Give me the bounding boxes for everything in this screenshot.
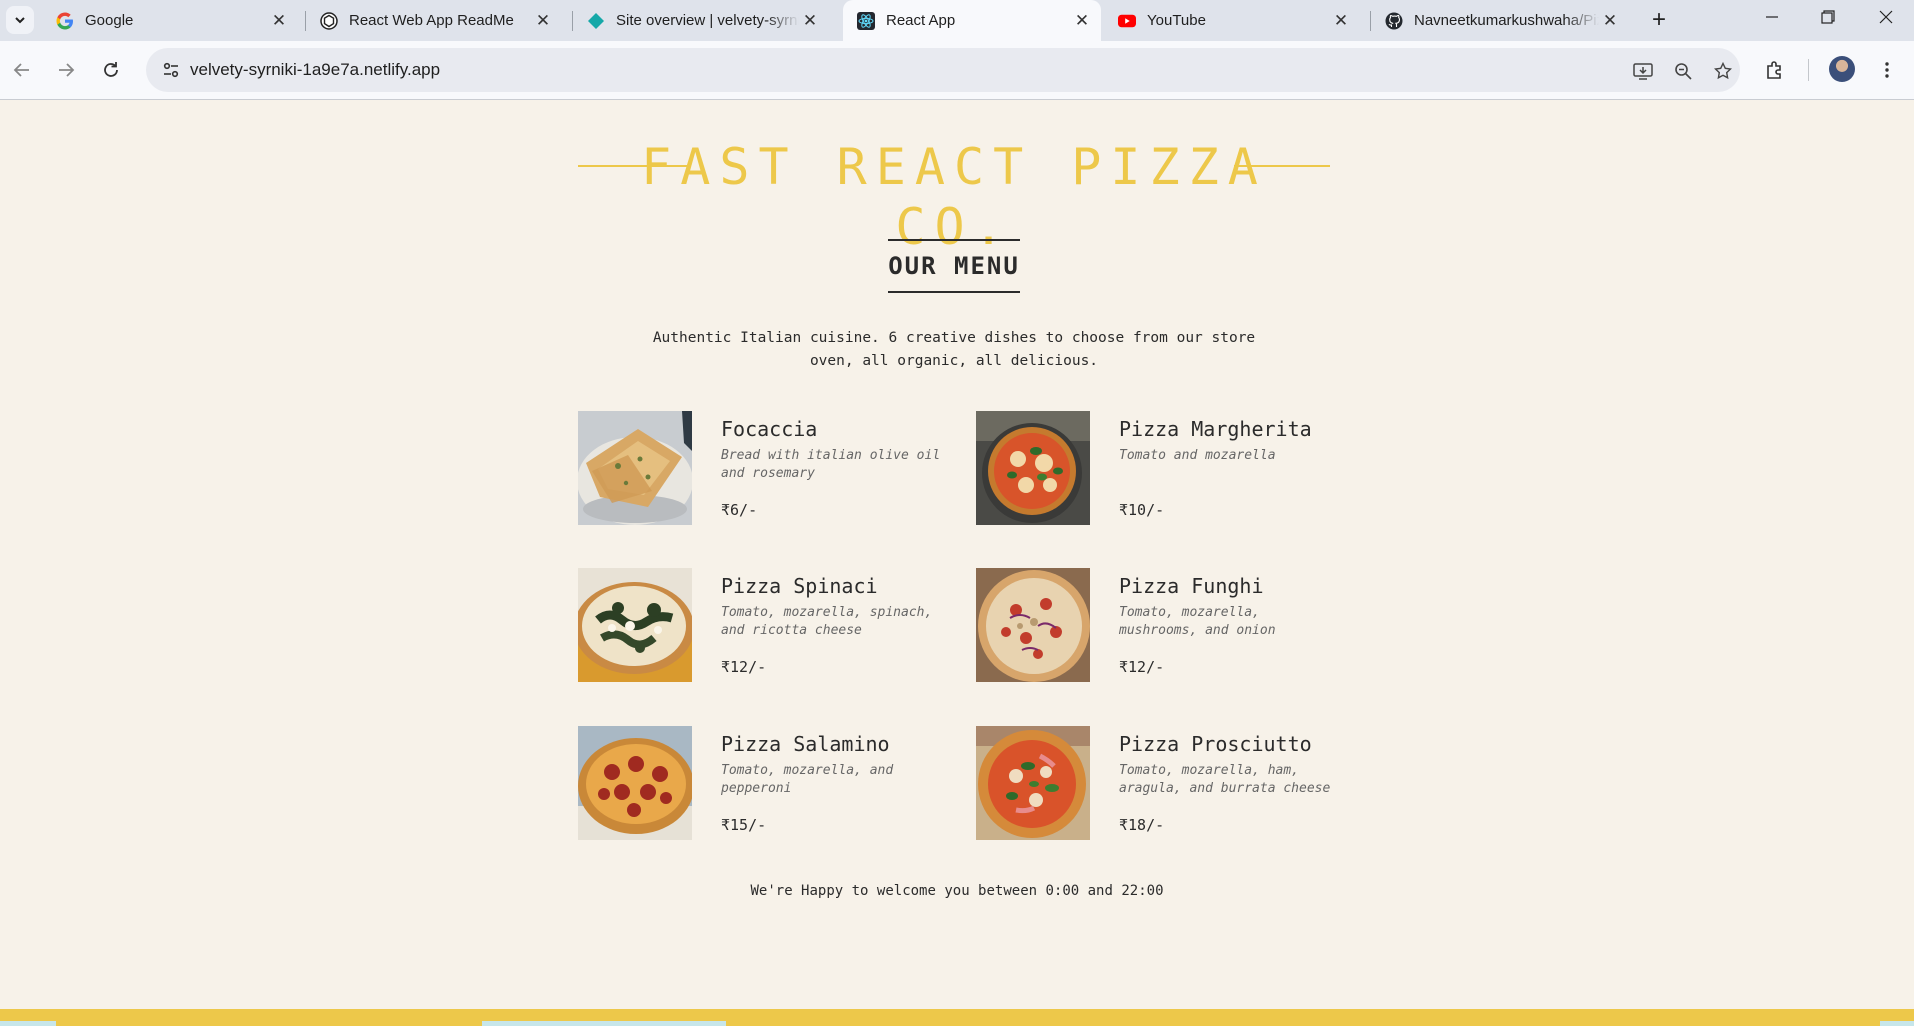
pizza-ingredients: Bread with italian olive oil and rosemar… bbox=[721, 448, 941, 481]
pizza-ingredients: Tomato, mozarella, and pepperoni bbox=[721, 763, 894, 796]
star-icon bbox=[1714, 62, 1732, 80]
pizza-ingredients: Tomato, mozarella, spinach, and ricotta … bbox=[721, 605, 933, 638]
close-icon[interactable]: ✕ bbox=[268, 10, 290, 32]
pizza-card: Pizza Salamino Tomato, mozarella, and pe… bbox=[578, 726, 958, 840]
reload-button[interactable] bbox=[94, 53, 128, 87]
tab-title: React Web App ReadMe bbox=[349, 12, 514, 29]
chevron-down-icon bbox=[15, 17, 25, 24]
close-window-button[interactable] bbox=[1858, 0, 1914, 34]
header: FAST REACT PIZZA CO. bbox=[578, 137, 1330, 256]
footer-band bbox=[0, 1009, 1914, 1026]
github-icon bbox=[1385, 12, 1403, 30]
menu-button[interactable] bbox=[1870, 53, 1904, 87]
pizza-card: Focaccia Bread with italian olive oil an… bbox=[578, 411, 958, 525]
pizza-price: ₹6/- bbox=[721, 501, 758, 519]
new-tab-button[interactable]: + bbox=[1644, 5, 1674, 35]
tune-icon bbox=[163, 62, 179, 78]
pizza-card: Pizza Spinaci Tomato, mozarella, spinach… bbox=[578, 568, 958, 682]
pizza-photo bbox=[976, 411, 1090, 525]
toolbar-divider bbox=[1808, 59, 1809, 81]
pizza-ingredients: Tomato, mozarella, mushrooms, and onion bbox=[1119, 605, 1276, 638]
pizza-name: Pizza Margherita bbox=[1119, 417, 1312, 441]
close-icon[interactable]: ✕ bbox=[1330, 10, 1352, 32]
pizza-name: Pizza Salamino bbox=[721, 732, 890, 756]
close-icon[interactable]: ✕ bbox=[799, 10, 821, 32]
close-icon[interactable]: ✕ bbox=[1599, 10, 1621, 32]
tab-github[interactable]: Navneetkumarkushwaha/Pizza ✕ bbox=[1371, 0, 1629, 41]
pizza-photo bbox=[976, 568, 1090, 682]
pizza-photo bbox=[578, 568, 692, 682]
opening-hours: We're Happy to welcome you between 0:00 … bbox=[750, 883, 1164, 899]
pizza-card: Pizza Margherita Tomato and mozarella ₹1… bbox=[976, 411, 1356, 525]
pizza-name: Pizza Funghi bbox=[1119, 574, 1264, 598]
tab-strip: Google ✕ React Web App ReadMe ✕ Site ove… bbox=[0, 0, 1914, 41]
tab-search-button[interactable] bbox=[6, 6, 34, 34]
reload-icon bbox=[104, 62, 118, 77]
restore-button[interactable] bbox=[1800, 0, 1856, 34]
tab-title: Google bbox=[85, 12, 134, 29]
pizza-photo bbox=[578, 726, 692, 840]
profile-avatar[interactable] bbox=[1829, 56, 1855, 82]
pizza-price: ₹10/- bbox=[1119, 501, 1165, 519]
menu-intro: Authentic Italian cuisine. 6 creative di… bbox=[652, 330, 1256, 369]
tab-title: Navneetkumarkushwaha/Pizza bbox=[1414, 12, 1599, 29]
react-icon bbox=[857, 11, 875, 30]
bookmark-button[interactable] bbox=[1710, 58, 1736, 84]
pizza-price: ₹18/- bbox=[1119, 816, 1165, 834]
close-icon[interactable]: ✕ bbox=[1071, 10, 1093, 32]
pizza-card: Pizza Prosciutto Tomato, mozarella, ham,… bbox=[976, 726, 1356, 840]
pizza-price: ₹12/- bbox=[721, 658, 767, 676]
pizza-card: Pizza Funghi Tomato, mozarella, mushroom… bbox=[976, 568, 1356, 682]
band-segment bbox=[0, 1021, 56, 1026]
menu-heading: OUR MENU bbox=[888, 239, 1020, 293]
pizza-name: Pizza Prosciutto bbox=[1119, 732, 1312, 756]
page-content: FAST REACT PIZZA CO. OUR MENU Authentic … bbox=[0, 101, 1914, 1010]
tab-youtube[interactable]: YouTube ✕ bbox=[1104, 0, 1360, 41]
tab-title: Site overview | velvety-syrniki bbox=[616, 12, 799, 29]
minimize-button[interactable] bbox=[1744, 0, 1800, 34]
more-vertical-icon bbox=[1885, 62, 1889, 78]
minimize-icon bbox=[1766, 16, 1778, 18]
tab-react-app[interactable]: React App ✕ bbox=[843, 0, 1101, 41]
google-icon bbox=[56, 12, 74, 30]
band-segment bbox=[482, 1021, 726, 1026]
forward-button[interactable] bbox=[49, 53, 83, 87]
band-segment bbox=[1880, 1021, 1914, 1026]
arrow-right-icon bbox=[59, 63, 75, 77]
extensions-button[interactable] bbox=[1758, 53, 1792, 87]
pizza-ingredients: Tomato, mozarella, ham, aragula, and bur… bbox=[1119, 763, 1331, 796]
tab-react-readme[interactable]: React Web App ReadMe ✕ bbox=[306, 0, 562, 41]
address-bar[interactable]: velvety-syrniki-1a9e7a.netlify.app bbox=[146, 48, 1740, 92]
site-info-button[interactable] bbox=[156, 55, 186, 85]
pizza-price: ₹12/- bbox=[1119, 658, 1165, 676]
tab-title: YouTube bbox=[1147, 12, 1206, 29]
openai-icon bbox=[320, 11, 338, 30]
install-icon bbox=[1633, 63, 1653, 80]
close-icon bbox=[1879, 10, 1893, 24]
restore-icon bbox=[1821, 10, 1835, 24]
pizza-photo bbox=[578, 411, 692, 525]
tab-netlify[interactable]: Site overview | velvety-syrniki ✕ bbox=[573, 0, 829, 41]
pizza-photo bbox=[976, 726, 1090, 840]
back-button[interactable] bbox=[5, 53, 39, 87]
install-app-button[interactable] bbox=[1630, 58, 1656, 84]
pizza-name: Focaccia bbox=[721, 417, 818, 441]
zoom-button[interactable] bbox=[1670, 58, 1696, 84]
tab-title: React App bbox=[886, 12, 956, 29]
arrow-left-icon bbox=[13, 63, 29, 77]
puzzle-icon bbox=[1767, 61, 1781, 79]
pizza-price: ₹15/- bbox=[721, 816, 767, 834]
tab-google[interactable]: Google ✕ bbox=[42, 0, 298, 41]
zoom-out-icon bbox=[1675, 63, 1692, 80]
close-icon[interactable]: ✕ bbox=[532, 10, 554, 32]
pizza-name: Pizza Spinaci bbox=[721, 574, 878, 598]
netlify-icon bbox=[587, 12, 605, 30]
youtube-icon bbox=[1118, 12, 1136, 30]
browser-toolbar: velvety-syrniki-1a9e7a.netlify.app bbox=[0, 41, 1914, 100]
pizza-ingredients: Tomato and mozarella bbox=[1119, 448, 1276, 463]
url-text: velvety-syrniki-1a9e7a.netlify.app bbox=[190, 60, 441, 79]
